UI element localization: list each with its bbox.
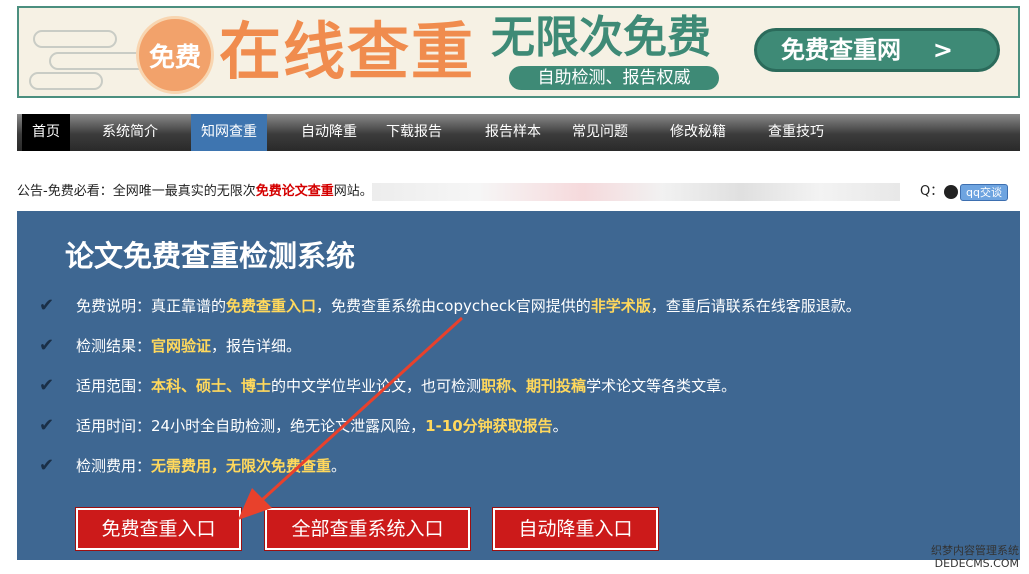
notice-suffix: 网站。	[333, 184, 373, 199]
free-check-entry-button[interactable]: 免费查重入口	[75, 507, 242, 551]
notice-link[interactable]: 免费论文查重	[256, 184, 334, 199]
check-icon: ✔	[39, 375, 55, 396]
main-nav: 首页 系统简介 知网查重 自动降重 下载报告 报告样本 常见问题 修改秘籍 查重…	[17, 114, 1020, 151]
info-line: ✔ 适用时间：24小时全自助检测，绝无论文泄露风险，1-10分钟获取报告。	[39, 415, 568, 436]
nav-item-tips[interactable]: 修改秘籍	[658, 114, 738, 151]
main-panel: 论文免费查重检测系统 ✔ 免费说明：真正靠谱的免费查重入口，免费查重系统由copy…	[17, 211, 1020, 560]
qq-label: Q：	[920, 184, 944, 199]
check-icon: ✔	[39, 295, 55, 316]
auto-reduce-entry-button[interactable]: 自动降重入口	[492, 507, 659, 551]
nav-item-faq[interactable]: 常见问题	[560, 114, 640, 151]
info-line: ✔ 免费说明：真正靠谱的免费查重入口，免费查重系统由copycheck官网提供的非…	[39, 295, 861, 316]
cloud-decoration	[29, 72, 103, 90]
watermark: 织梦内容管理系统 DEDECMS.COM	[931, 544, 1019, 570]
pill-label: 免费查重网	[781, 36, 901, 64]
check-icon: ✔	[39, 415, 55, 436]
banner-slogan: 无限次免费	[491, 12, 711, 63]
nav-item-skills[interactable]: 查重技巧	[756, 114, 836, 151]
all-systems-entry-button[interactable]: 全部查重系统入口	[264, 507, 471, 551]
chevron-right-icon: >	[932, 36, 953, 64]
announcement-bar: 公告-免费必看：全网唯一最真实的无限次免费论文查重网站。 Q： qq交谈	[17, 179, 1020, 205]
info-line: ✔ 检测费用：无需费用，无限次免费查重。	[39, 455, 347, 476]
qq-chat-button[interactable]: qq交谈	[960, 184, 1008, 201]
info-line: ✔ 检测结果：官网验证，报告详细。	[39, 335, 302, 356]
nav-item-intro[interactable]: 系统简介	[90, 114, 170, 151]
banner-headline: 在线查重	[219, 15, 476, 88]
free-badge: 免费	[136, 16, 214, 94]
banner-subline: 自助检测、报告权威	[509, 66, 719, 90]
qq-penguin-icon	[944, 185, 958, 199]
info-line: ✔ 适用范围：本科、硕士、博士的中文学位毕业论文，也可检测职称、期刊投稿学术论文等…	[39, 375, 737, 396]
header-banner[interactable]: 免费 在线查重 无限次免费 自助检测、报告权威 免费查重网 >	[17, 6, 1020, 98]
notice-prefix: 公告-免费必看：全网唯一最真实的无限次	[17, 184, 256, 199]
blurred-region	[372, 183, 900, 201]
nav-item-cnki[interactable]: 知网查重	[191, 114, 267, 151]
nav-item-auto-reduce[interactable]: 自动降重	[289, 114, 369, 151]
nav-item-sample[interactable]: 报告样本	[473, 114, 553, 151]
page-title: 论文免费查重检测系统	[65, 239, 356, 273]
nav-item-download[interactable]: 下载报告	[374, 114, 454, 151]
check-icon: ✔	[39, 335, 55, 356]
nav-item-home[interactable]: 首页	[22, 114, 70, 151]
check-icon: ✔	[39, 455, 55, 476]
cloud-decoration	[33, 30, 117, 48]
free-check-link-button[interactable]: 免费查重网 >	[754, 28, 1000, 72]
